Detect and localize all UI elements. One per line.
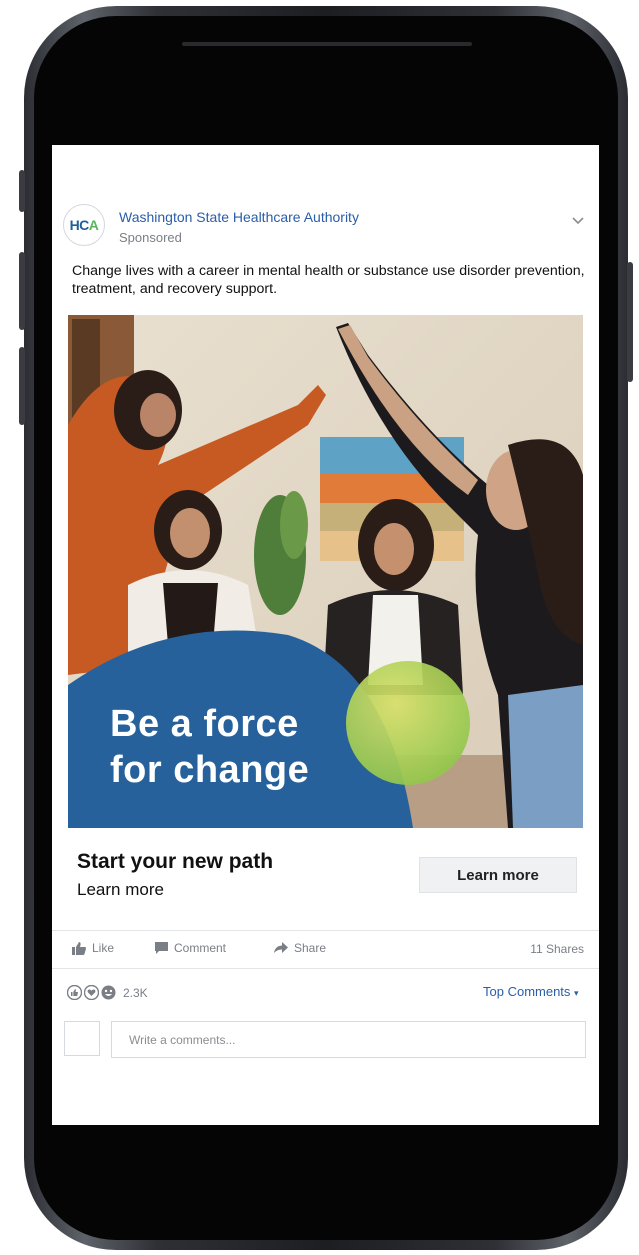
like-label: Like <box>92 941 115 955</box>
phone-speaker <box>182 42 472 46</box>
caret-down-icon: ▾ <box>574 988 579 998</box>
top-comments-dropdown[interactable]: Top Comments ▾ <box>483 984 579 999</box>
top-comments-label: Top Comments <box>483 984 571 999</box>
power-button <box>627 262 633 382</box>
ad-image[interactable]: Be a force for change <box>68 315 583 828</box>
cta-subtitle[interactable]: Learn more <box>77 880 164 900</box>
share-button[interactable]: Share <box>274 941 326 955</box>
ad-headline-line1: Be a force <box>110 703 299 745</box>
reaction-count: 2.3K <box>123 985 148 1000</box>
post-body-text: Change lives with a career in mental hea… <box>72 263 585 297</box>
comment-input[interactable] <box>111 1021 586 1058</box>
logo-text: HCA <box>69 217 99 233</box>
like-button[interactable]: Like <box>72 941 114 955</box>
user-avatar <box>64 1021 100 1056</box>
volume-down-button <box>19 347 25 425</box>
haha-reaction-icon <box>101 985 116 1000</box>
divider-bottom <box>52 968 599 969</box>
like-reaction-icon <box>67 985 82 1000</box>
comment-label: Comment <box>174 941 227 955</box>
thumbs-up-icon <box>72 941 86 955</box>
sponsored-label: Sponsored <box>119 230 182 245</box>
share-label: Share <box>294 941 327 955</box>
volume-up-button <box>19 252 25 330</box>
facebook-ad-post: HCA Washington State Healthcare Authorit… <box>52 145 599 1125</box>
ad-headline: Be a force for change <box>110 701 309 793</box>
cta-title[interactable]: Start your new path <box>77 850 273 874</box>
shares-count[interactable]: 11 Shares <box>530 942 584 956</box>
reactions-summary[interactable]: 2.3K <box>67 985 148 1000</box>
comment-button[interactable]: Comment <box>155 941 226 955</box>
love-reaction-icon <box>84 985 99 1000</box>
silent-switch <box>19 170 25 212</box>
ad-headline-line2: for change <box>110 749 310 791</box>
page-name-link[interactable]: Washington State Healthcare Authority <box>119 209 359 225</box>
learn-more-button[interactable]: Learn more <box>419 857 577 893</box>
comment-icon <box>155 942 168 954</box>
divider-top <box>52 930 599 931</box>
page-avatar-logo[interactable]: HCA <box>63 204 105 246</box>
share-arrow-icon <box>274 942 288 953</box>
chevron-down-icon[interactable] <box>569 211 587 229</box>
